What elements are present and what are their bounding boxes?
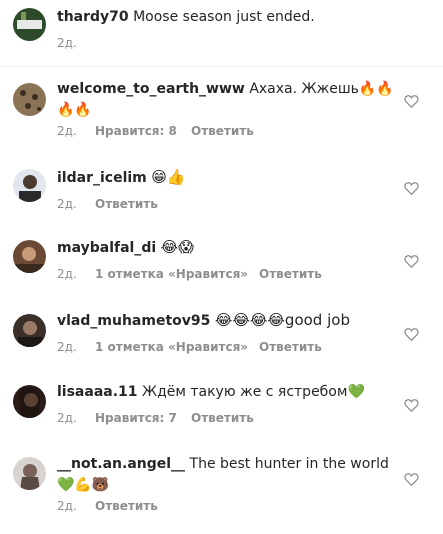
comment-username[interactable]: vlad_muhametov95	[57, 313, 210, 329]
like-heart-icon[interactable]	[404, 398, 419, 412]
comment-username[interactable]: maybalfal_di	[57, 240, 156, 256]
comment-likes[interactable]: 1 отметка «Нравится»	[95, 340, 248, 355]
avatar[interactable]	[13, 457, 46, 490]
comment-meta: 2д. Ответить	[57, 499, 397, 514]
avatar[interactable]	[13, 385, 46, 418]
comment-username[interactable]: lisaaaa.11	[57, 384, 138, 400]
comment-body: 😂😱	[160, 238, 194, 256]
comment-meta: 2д. 1 отметка «Нравится» Ответить	[57, 267, 397, 282]
comment-text: lisaaaa.11 Ждём такую же с ястребом💚	[57, 382, 397, 403]
comment-likes[interactable]: 1 отметка «Нравится»	[95, 267, 248, 282]
comment-time: 2д.	[57, 411, 77, 425]
comment-time: 2д.	[57, 340, 77, 354]
comment-text: ildar_icelim 😁👍	[57, 167, 397, 189]
comment-time: 2д.	[57, 36, 77, 50]
comment-username[interactable]: thardy70	[57, 9, 129, 25]
comment-meta: 2д. 1 отметка «Нравится» Ответить	[57, 340, 397, 355]
comment-time: 2д.	[57, 267, 77, 281]
comment-text: maybalfal_di 😂😱	[57, 237, 397, 259]
like-heart-icon[interactable]	[404, 94, 419, 108]
comment-body: Moose season just ended.	[133, 9, 315, 25]
comment-text: thardy70 Moose season just ended.	[57, 7, 397, 28]
comment-body: 😁👍	[151, 168, 186, 186]
like-heart-icon[interactable]	[404, 327, 419, 341]
reply-button[interactable]: Ответить	[95, 499, 158, 514]
comment-body: The best hunter in the world	[189, 456, 389, 472]
comment-text: vlad_muhametov95 😂😂😂😂good job	[57, 310, 397, 332]
reply-button[interactable]: Ответить	[191, 124, 254, 139]
like-heart-icon[interactable]	[404, 472, 419, 486]
comment-text: __not.an.angel__ The best hunter in the …	[57, 454, 397, 496]
like-heart-icon[interactable]	[404, 181, 419, 195]
comment-body: Ждём такую же с ястребом💚	[141, 384, 365, 400]
comment-meta: 2д. Нравится: 8 Ответить	[57, 124, 397, 139]
divider	[0, 66, 443, 67]
comment-body: 😂😂😂😂good job	[214, 311, 350, 329]
reply-button[interactable]: Ответить	[259, 340, 322, 355]
avatar[interactable]	[13, 8, 46, 41]
like-heart-icon[interactable]	[404, 254, 419, 268]
comment-meta: 2д. Ответить	[57, 197, 397, 212]
comment-time: 2д.	[57, 124, 77, 138]
reply-button[interactable]: Ответить	[95, 197, 158, 212]
avatar[interactable]	[13, 240, 46, 273]
comment-body-continued: 🔥🔥	[57, 102, 92, 118]
comment-time: 2д.	[57, 499, 77, 513]
avatar[interactable]	[13, 169, 46, 202]
avatar[interactable]	[13, 83, 46, 116]
comment-meta: 2д.	[57, 36, 397, 51]
comment-likes[interactable]: Нравится: 8	[95, 124, 177, 139]
comment-meta: 2д. Нравится: 7 Ответить	[57, 411, 397, 426]
comment-body-continued: 💚💪🐻	[57, 477, 110, 493]
comment-likes[interactable]: Нравится: 7	[95, 411, 177, 426]
reply-button[interactable]: Ответить	[259, 267, 322, 282]
avatar[interactable]	[13, 314, 46, 347]
comment-username[interactable]: welcome_to_earth_www	[57, 81, 245, 97]
comment-username[interactable]: ildar_icelim	[57, 170, 147, 186]
reply-button[interactable]: Ответить	[191, 411, 254, 426]
comment-time: 2д.	[57, 197, 77, 211]
comment-username[interactable]: __not.an.angel__	[57, 456, 185, 472]
comment-text: welcome_to_earth_www Ахаха. Жжешь🔥🔥 🔥🔥	[57, 79, 397, 121]
comment-body: Ахаха. Жжешь🔥🔥	[249, 81, 394, 97]
